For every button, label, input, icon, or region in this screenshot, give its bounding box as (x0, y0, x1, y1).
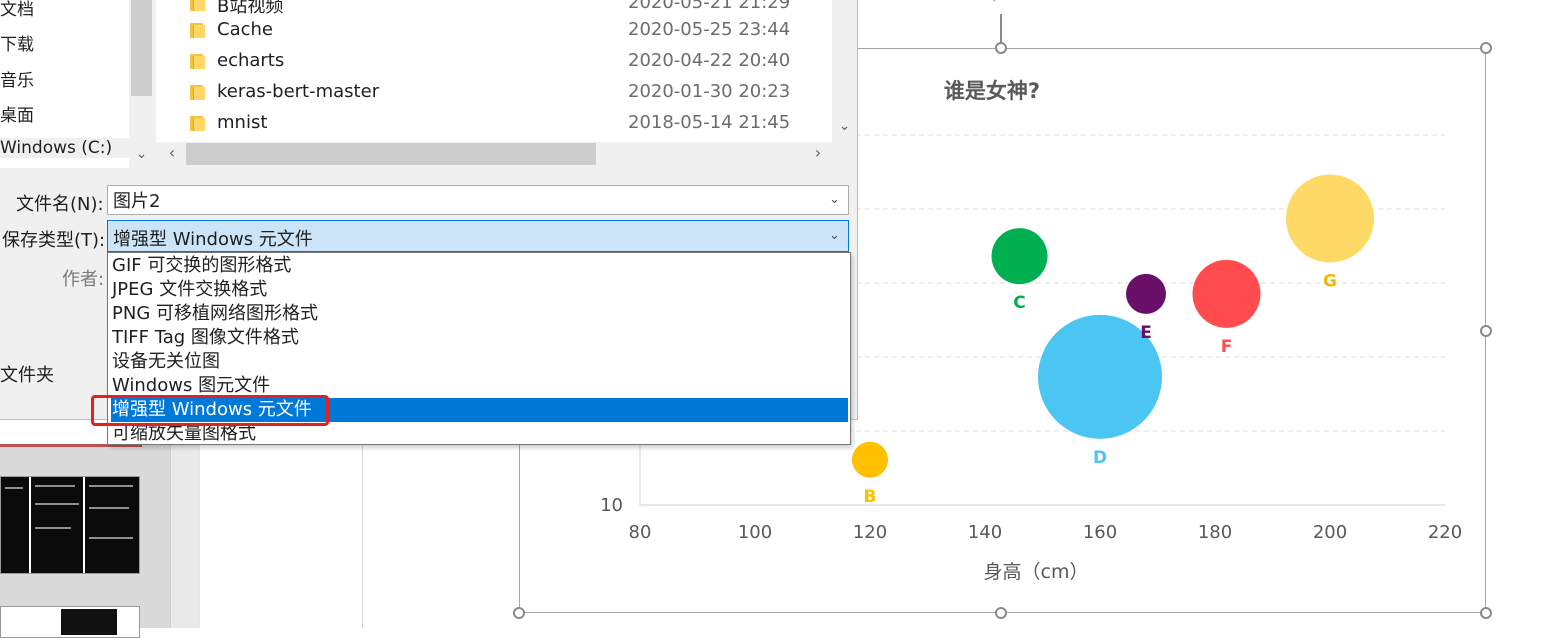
thumbnail-divider (29, 477, 31, 573)
bubble-g (1286, 174, 1374, 263)
x-tick-label: 220 (1428, 522, 1462, 543)
folder-icon (190, 21, 205, 38)
bubble-b (852, 441, 888, 478)
nav-item-music[interactable]: 音乐 (0, 66, 34, 91)
rotate-handle-icon[interactable] (988, 0, 1014, 12)
x-tick-label: 140 (968, 522, 1002, 543)
folder-icon (190, 52, 205, 69)
y-tick-labels: 10 (600, 495, 623, 516)
filetype-option-gif[interactable]: GIF 可交换的图形格式 (111, 254, 848, 278)
horizontal-scrollbar-thumb[interactable] (186, 143, 596, 165)
resize-handle-right[interactable] (1480, 325, 1492, 337)
bubble-label-e: E (1140, 323, 1152, 343)
file-date: 2020-01-30 20:23 (628, 81, 791, 102)
file-name[interactable]: B站视频 (217, 0, 283, 18)
nav-item-desktop[interactable]: 桌面 (0, 101, 34, 126)
chevron-down-icon[interactable]: ⌄ (129, 146, 154, 166)
slide-thumbnail[interactable] (0, 476, 140, 574)
bubble-label-f: F (1221, 337, 1233, 357)
resize-handle-top-right[interactable] (1480, 42, 1492, 54)
bubble-label-d: D (1093, 448, 1107, 468)
file-name[interactable]: mnist (217, 112, 267, 133)
nav-item-documents[interactable]: 文档 (0, 0, 34, 20)
x-tick-label: 80 (629, 522, 652, 543)
bubbles: B C D E F G (852, 174, 1374, 507)
rotate-handle-stem (1000, 14, 1002, 44)
filetype-select[interactable]: 增强型 Windows 元文件 (107, 220, 849, 252)
slide-thumbnail[interactable] (0, 606, 140, 638)
author-label: 作者: (62, 269, 105, 290)
file-date: 2020-05-21 21:29 (628, 0, 791, 13)
bubble-label-c: C (1013, 293, 1025, 313)
chevron-down-icon[interactable]: ⌄ (832, 118, 857, 140)
file-date: 2018-05-14 21:45 (628, 112, 791, 133)
bubble-c (991, 228, 1048, 285)
thumbnail-scrollbar[interactable] (170, 420, 199, 628)
nav-scrollbar-thumb[interactable] (131, 0, 152, 96)
chevron-right-icon[interactable]: › (806, 143, 830, 165)
bubble-label-b: B (864, 487, 877, 507)
chevron-down-icon[interactable]: ⌄ (829, 228, 840, 243)
resize-handle-top[interactable] (995, 42, 1007, 54)
file-name[interactable]: keras-bert-master (217, 81, 379, 102)
navigation-pane: 文档 下载 音乐 桌面 Windows (C:) (0, 0, 129, 168)
chart-title: 谁是女神? (944, 79, 1040, 103)
filename-label: 文件名(N): (16, 194, 104, 215)
annotation-highlight-box (91, 395, 329, 426)
x-tick-label: 180 (1198, 522, 1232, 543)
nav-item-downloads[interactable]: 下载 (0, 30, 34, 55)
filetype-option-jpeg[interactable]: JPEG 文件交换格式 (111, 278, 848, 302)
chevron-left-icon[interactable]: ‹ (160, 143, 184, 165)
file-name[interactable]: Cache (217, 19, 273, 40)
filetype-label: 保存类型(T): (2, 230, 106, 251)
filetype-selected-value: 增强型 Windows 元文件 (113, 229, 313, 250)
thumbnail-block (61, 609, 117, 635)
folder-icon (190, 83, 205, 100)
filetype-option-png[interactable]: PNG 可移植网络图形格式 (111, 302, 848, 326)
file-date: 2020-05-25 23:44 (628, 19, 791, 40)
chevron-down-icon[interactable]: ⌄ (829, 192, 840, 207)
resize-handle-bottom-right[interactable] (1480, 607, 1492, 619)
filename-input[interactable] (107, 185, 849, 215)
slide-thumbnails (0, 406, 170, 638)
folder-icon (190, 0, 205, 11)
x-tick-labels: 80 100 120 140 160 180 200 220 (629, 522, 1463, 543)
resize-handle-bottom-left[interactable] (513, 607, 525, 619)
resize-handle-bottom[interactable] (995, 607, 1007, 619)
bubble-e (1126, 273, 1166, 314)
x-tick-label: 100 (738, 522, 772, 543)
thumbnail-divider (83, 477, 85, 573)
file-date: 2020-04-22 20:40 (628, 50, 791, 71)
file-name[interactable]: echarts (217, 50, 284, 71)
hide-folders-toggle[interactable]: 文件夹 (0, 361, 54, 387)
nav-item-drive-c[interactable]: Windows (C:) (0, 138, 129, 158)
x-axis-title: 身高（cm） (984, 561, 1089, 583)
bubble-label-g: G (1323, 271, 1337, 291)
x-tick-label: 160 (1083, 522, 1117, 543)
x-tick-label: 200 (1313, 522, 1347, 543)
folder-icon (190, 114, 205, 131)
y-tick-label: 10 (600, 495, 623, 516)
x-tick-label: 120 (853, 522, 887, 543)
filetype-option-bmp[interactable]: 设备无关位图 (111, 350, 848, 374)
bubble-f (1192, 259, 1261, 328)
filetype-option-tiff[interactable]: TIFF Tag 图像文件格式 (111, 326, 848, 350)
